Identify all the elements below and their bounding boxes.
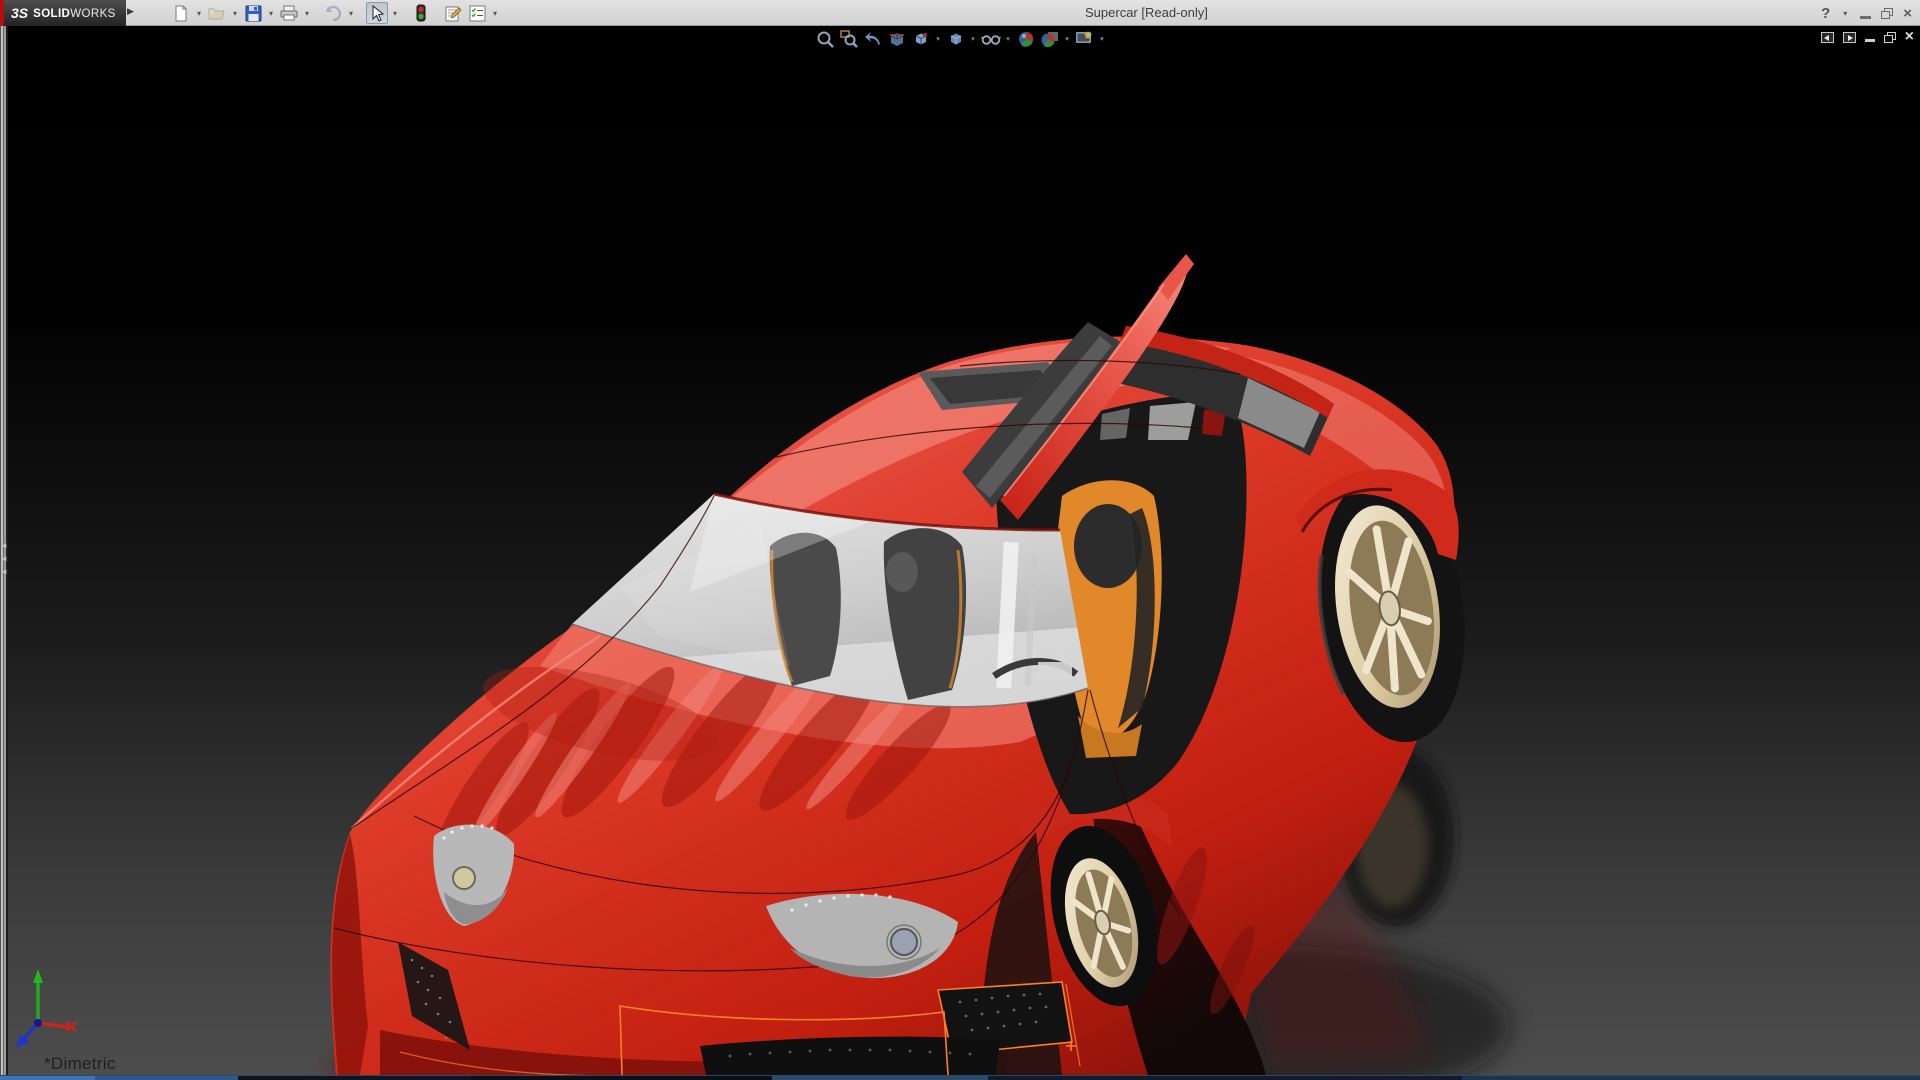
options-icon[interactable] — [466, 2, 488, 24]
car-render — [330, 254, 1510, 1075]
edit-appearance-icon[interactable] — [1015, 29, 1036, 48]
previous-view-icon[interactable] — [862, 29, 883, 48]
print-icon[interactable] — [278, 2, 300, 24]
open-dropdown-icon[interactable]: ▾ — [230, 9, 240, 18]
solidworks-logo[interactable]: 3S SOLIDWORKS — [4, 0, 126, 26]
taskbar-edge[interactable] — [0, 1075, 1920, 1080]
apply-scene-dropdown-icon[interactable]: ▾ — [1063, 35, 1071, 43]
view-settings-icon[interactable] — [1074, 29, 1095, 48]
save-dropdown-icon[interactable]: ▾ — [266, 9, 276, 18]
help-dropdown-icon[interactable]: ▾ — [1840, 9, 1850, 18]
zoom-to-area-icon[interactable] — [838, 29, 859, 48]
undo-icon[interactable] — [322, 2, 344, 24]
view-orientation-dropdown-icon[interactable]: ▾ — [934, 35, 942, 43]
new-dropdown-icon[interactable]: ▾ — [194, 9, 204, 18]
section-view-icon[interactable] — [886, 29, 907, 48]
minimize-button[interactable] — [1860, 15, 1872, 19]
center-intake — [700, 1036, 1000, 1075]
window-controls: ? ▾ × — [1821, 0, 1912, 26]
document-minimize-button[interactable] — [1864, 39, 1875, 42]
help-button[interactable]: ? — [1821, 5, 1830, 22]
document-window-controls: × — [1820, 29, 1914, 45]
apply-scene-icon[interactable] — [1039, 29, 1060, 48]
standard-toolbar: ▾ ▾ ▾ ▾ ▾ ▾ ▾ — [170, 1, 500, 25]
collapse-arrow-icon[interactable]: ◄ — [0, 567, 10, 576]
pane-toggle-left-icon[interactable] — [1820, 31, 1834, 43]
collapse-arrow-icon[interactable]: ◄ — [0, 554, 10, 563]
hide-show-items-icon[interactable] — [980, 29, 1001, 48]
file-properties-icon[interactable] — [442, 2, 464, 24]
logo-text-works: WORKS — [70, 8, 116, 20]
title-bar: 3S SOLIDWORKS ▶ ▾ ▾ ▾ ▾ ▾ ▾ ▾ Supercar [… — [0, 0, 1920, 26]
zoom-to-fit-icon[interactable] — [814, 29, 835, 48]
pane-toggle-right-icon[interactable] — [1842, 31, 1856, 43]
document-close-button[interactable]: × — [1905, 29, 1914, 45]
display-style-icon[interactable] — [945, 29, 966, 48]
hide-show-dropdown-icon[interactable]: ▾ — [1004, 35, 1012, 43]
menu-expand-icon[interactable]: ▶ — [127, 6, 134, 17]
undo-dropdown-icon[interactable]: ▾ — [346, 9, 356, 18]
save-icon[interactable] — [242, 2, 264, 24]
new-document-icon[interactable] — [170, 2, 192, 24]
open-icon[interactable] — [206, 2, 228, 24]
options-dropdown-icon[interactable]: ▾ — [490, 9, 500, 18]
rebuild-traffic-light-icon[interactable] — [410, 2, 432, 24]
view-orientation-label: *Dimetric — [44, 1054, 116, 1073]
print-dropdown-icon[interactable]: ▾ — [302, 9, 312, 18]
graphics-viewport[interactable]: ▾ ▾ ▾ ▾ ▾ × ◄ ◄ ◄ *Dimetric — [0, 26, 1920, 1075]
window-title: Supercar [Read-only] — [1085, 5, 1208, 20]
select-dropdown-icon[interactable]: ▾ — [390, 9, 400, 18]
restore-button[interactable] — [1881, 7, 1894, 19]
headsup-view-toolbar: ▾ ▾ ▾ ▾ ▾ — [814, 29, 1106, 48]
display-style-dropdown-icon[interactable]: ▾ — [969, 35, 977, 43]
view-settings-dropdown-icon[interactable]: ▾ — [1098, 35, 1106, 43]
view-orientation-icon[interactable] — [910, 29, 931, 48]
logo-3ds-mark: 3S — [11, 5, 29, 21]
reference-triad — [16, 969, 77, 1048]
panel-collapse-arrows[interactable]: ◄ ◄ ◄ — [0, 541, 10, 576]
close-button[interactable]: × — [1903, 6, 1912, 21]
collapse-arrow-icon[interactable]: ◄ — [0, 541, 10, 550]
logo-text-solid: SOLID — [33, 8, 71, 20]
select-tool-button[interactable] — [366, 2, 388, 24]
document-restore-button[interactable] — [1883, 31, 1896, 43]
